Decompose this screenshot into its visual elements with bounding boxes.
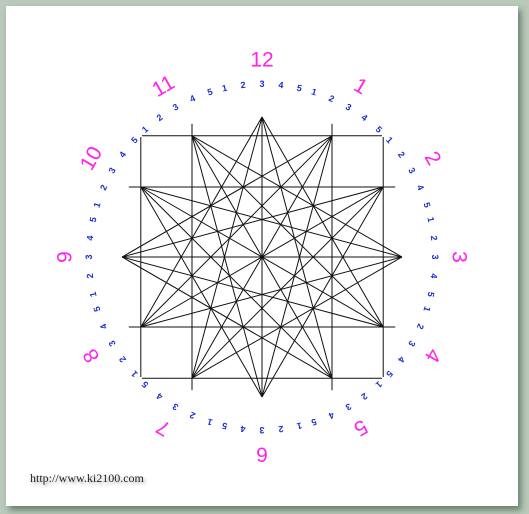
tick-label-9-5: 5 <box>88 216 99 223</box>
tick-label-1-3: 3 <box>344 102 353 113</box>
tick-label-12-1: 1 <box>221 83 228 94</box>
tick-label-3-2: 2 <box>429 235 439 241</box>
tick-label-4-3: 3 <box>406 339 417 348</box>
tick-label-12-2: 2 <box>240 80 246 90</box>
tick-label-2-2: 2 <box>396 150 407 160</box>
tick-label-4-2: 2 <box>415 322 426 331</box>
chord-line-3-11 <box>191 135 403 258</box>
chord-line-5-9 <box>121 256 333 379</box>
chord-line-1-9 <box>121 135 333 258</box>
tick-label-8-3: 3 <box>107 339 118 348</box>
tick-label-4-4: 4 <box>396 354 407 364</box>
hour-label-12: 12 <box>250 49 273 72</box>
hour-label-8: 8 <box>79 345 105 367</box>
hour-label-11: 11 <box>148 71 178 102</box>
chord-line-2-6 <box>261 186 384 398</box>
chord-line-6-10 <box>140 186 263 398</box>
hour-label-6: 6 <box>256 443 268 466</box>
tick-label-7-3: 3 <box>171 401 180 412</box>
tick-label-8-5: 5 <box>91 305 102 313</box>
chord-line-2-7 <box>191 186 384 379</box>
tick-label-7-1: 1 <box>206 416 214 427</box>
site-watermark: http://www.ki2100.com <box>30 471 144 485</box>
tick-label-5-1: 1 <box>374 379 384 390</box>
diagram-panel: 12 1 2 3 4 5 6 7 8 9 10 11 1 2 3 4 5 1 2 3 4 5 1 2 3 4 5 1 2 3 4 5 1 2 3 4 5… <box>6 6 518 506</box>
chord-line-4-11 <box>191 135 384 328</box>
tick-label-6-5: 5 <box>221 420 228 431</box>
tick-label-10-5: 5 <box>129 135 140 145</box>
hour-label-7: 7 <box>153 415 175 441</box>
tick-label-2-4: 4 <box>415 183 426 192</box>
tick-label-3-1: 1 <box>425 216 436 223</box>
tick-label-9-2: 2 <box>85 273 95 279</box>
tick-label-7-4: 4 <box>155 391 165 402</box>
tick-label-6-4: 4 <box>240 424 246 434</box>
tick-label-1-1: 1 <box>310 86 318 97</box>
tick-label-6-1: 1 <box>296 420 303 431</box>
tick-label-5-4: 4 <box>327 410 336 421</box>
tick-label-10-1: 1 <box>91 201 102 209</box>
tick-label-5-5: 5 <box>310 416 318 427</box>
tick-label-9-4: 4 <box>85 235 95 241</box>
chord-line-3-7 <box>191 256 403 379</box>
tick-label-9-3: 3 <box>84 254 94 259</box>
tick-label-12-3: 3 <box>259 79 264 89</box>
tick-label-2-5: 5 <box>421 201 432 209</box>
tick-label-10-2: 2 <box>98 183 109 192</box>
tick-label-11-5: 5 <box>206 86 214 97</box>
tick-label-12-4: 4 <box>278 80 284 90</box>
tick-label-11-1: 1 <box>140 124 150 135</box>
tick-label-10-3: 3 <box>107 166 118 175</box>
tick-label-3-4: 4 <box>429 273 439 279</box>
tick-label-5-2: 2 <box>359 391 369 402</box>
hour-label-4: 4 <box>420 345 446 367</box>
chord-line-1-8 <box>140 135 333 328</box>
tick-label-11-3: 3 <box>171 102 180 113</box>
hour-label-10: 10 <box>76 143 108 175</box>
tick-label-12-5: 5 <box>296 83 303 94</box>
tick-label-9-1: 1 <box>88 291 99 298</box>
tick-label-7-2: 2 <box>188 410 197 421</box>
line-network <box>121 116 403 398</box>
tick-label-3-3: 3 <box>430 254 440 259</box>
tick-label-4-1: 1 <box>421 305 432 313</box>
tick-label-5-3: 3 <box>344 401 353 412</box>
chord-line-5-10 <box>140 186 333 379</box>
tick-label-11-2: 2 <box>155 112 165 123</box>
tick-label-8-1: 1 <box>129 369 140 379</box>
clock-star-diagram: 121234567891011 1 2 3 4 5 12345123451234512345… <box>54 49 471 466</box>
tick-label-7-5: 5 <box>140 379 150 390</box>
hour-label-1: 1 <box>350 74 372 100</box>
tick-label-2-1: 1 <box>384 135 395 145</box>
tick-label-4-5: 5 <box>384 369 395 379</box>
hour-label-3: 3 <box>448 251 471 263</box>
tick-label-11-4: 4 <box>188 93 197 104</box>
tick-label-1-5: 5 <box>374 124 384 135</box>
hour-label-5: 5 <box>350 415 372 441</box>
hour-label-2: 2 <box>420 148 446 170</box>
hour-label-9: 9 <box>54 251 77 263</box>
tick-label-8-4: 4 <box>98 322 109 331</box>
tick-label-2-3: 3 <box>406 166 417 175</box>
chord-line-0-4 <box>261 116 384 328</box>
tick-label-3-5: 5 <box>425 291 436 298</box>
tick-label-10-4: 4 <box>117 150 128 160</box>
tick-label-1-4: 4 <box>359 112 369 123</box>
chord-line-0-8 <box>140 116 263 328</box>
tick-label-8-2: 2 <box>117 354 128 364</box>
tick-label-1-2: 2 <box>327 93 336 104</box>
tick-label-6-3: 3 <box>259 425 264 435</box>
tick-label-6-2: 2 <box>278 424 284 434</box>
